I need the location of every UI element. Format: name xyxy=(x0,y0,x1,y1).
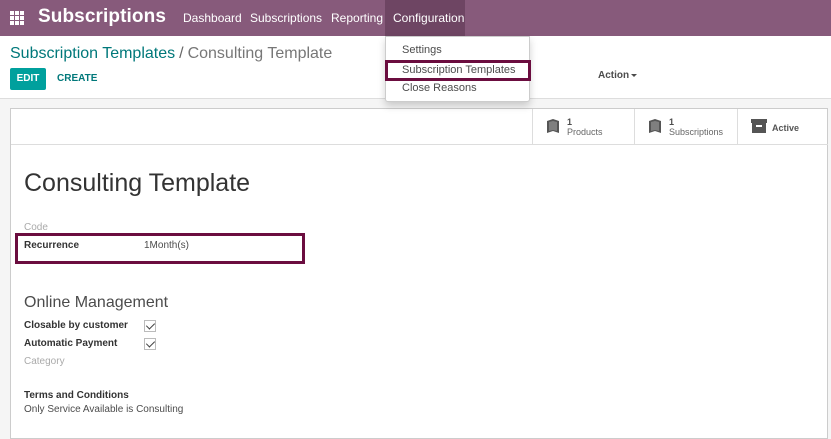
closable-label: Closable by customer xyxy=(24,320,128,331)
sheet-header-divider xyxy=(11,144,827,145)
create-button[interactable]: CREATE xyxy=(57,68,97,90)
apps-grid-icon[interactable] xyxy=(10,11,24,25)
action-dropdown-button[interactable]: Action xyxy=(598,68,638,84)
active-label: Active xyxy=(772,123,800,133)
products-count: 1 xyxy=(567,117,573,127)
dropdown-item-close-reasons[interactable]: Close Reasons xyxy=(402,82,477,94)
caret-down-icon xyxy=(631,73,638,77)
book-icon xyxy=(547,119,559,133)
active-toggle-button[interactable]: Active xyxy=(737,109,828,144)
template-title: Consulting Template xyxy=(24,169,251,197)
closable-checkbox[interactable] xyxy=(144,320,156,332)
app-title[interactable]: Subscriptions xyxy=(38,6,166,28)
breadcrumb: Subscription Templates / Consulting Templa… xyxy=(10,45,332,63)
subscription-templates-highlight-box xyxy=(385,60,531,81)
subscriptions-label: Subscriptions xyxy=(669,127,724,137)
products-label: Products xyxy=(567,127,603,137)
breadcrumb-parent-link[interactable]: Subscription Templates xyxy=(10,45,175,62)
recurrence-highlight-box xyxy=(15,233,305,264)
dropdown-item-settings[interactable]: Settings xyxy=(402,44,442,56)
menu-dashboard[interactable]: Dashboard xyxy=(175,0,250,36)
terms-label: Terms and Conditions xyxy=(24,390,129,401)
stat-button-box: 1 Products 1 Subscriptions Active xyxy=(532,109,828,145)
online-management-heading: Online Management xyxy=(24,294,169,311)
edit-button[interactable]: EDIT xyxy=(10,68,46,90)
autopay-checkbox[interactable] xyxy=(144,338,156,350)
subscriptions-count: 1 xyxy=(669,117,675,127)
products-stat-button[interactable]: 1 Products xyxy=(532,109,634,144)
top-navbar: Subscriptions Dashboard Subscriptions Re… xyxy=(0,0,831,36)
menu-configuration[interactable]: Configuration xyxy=(385,0,465,36)
action-label: Action xyxy=(598,70,630,81)
form-sheet: 1 Products 1 Subscriptions Active Consul… xyxy=(10,108,828,439)
subscriptions-stat-button[interactable]: 1 Subscriptions xyxy=(634,109,737,144)
breadcrumb-current: Consulting Template xyxy=(187,45,333,62)
book-icon xyxy=(649,119,661,133)
category-label: Category xyxy=(24,356,65,367)
terms-value: Only Service Available is Consulting xyxy=(24,404,184,415)
menu-reporting[interactable]: Reporting xyxy=(323,0,391,36)
archive-icon xyxy=(751,119,767,133)
menu-subscriptions[interactable]: Subscriptions xyxy=(242,0,330,36)
autopay-label: Automatic Payment xyxy=(24,338,118,349)
breadcrumb-separator: / xyxy=(179,45,184,62)
code-label: Code xyxy=(24,222,48,233)
